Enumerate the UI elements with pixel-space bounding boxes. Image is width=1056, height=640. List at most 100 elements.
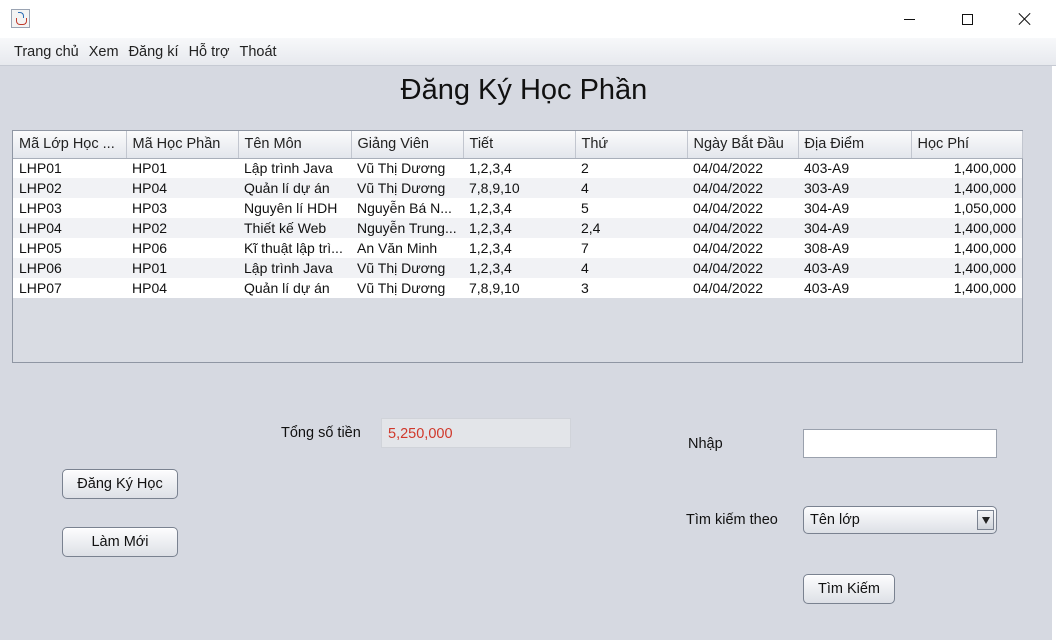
cell-location: 403-A9: [804, 160, 850, 177]
table-row[interactable]: LHP04 HP02 Thiết kế Web Nguyễn Trung... …: [13, 218, 1022, 238]
cell-course-code: HP02: [132, 220, 168, 236]
column-header-course-code[interactable]: Mã Học Phần: [126, 131, 239, 159]
cell-subject: Kĩ thuật lập trì...: [244, 240, 343, 256]
cell-location: 304-A9: [804, 200, 850, 216]
column-header-class-code[interactable]: Mã Lớp Học ...: [13, 131, 127, 159]
cell-fee: 1,400,000: [953, 240, 1016, 256]
cell-lecturer: Vũ Thị Dương: [357, 280, 446, 296]
search-button[interactable]: Tìm Kiếm: [803, 574, 895, 604]
title-bar: [0, 0, 1056, 38]
search-input[interactable]: [803, 429, 997, 458]
cell-start-date: 04/04/2022: [693, 160, 764, 177]
column-header-start-date[interactable]: Ngày Bắt Đầu: [687, 131, 799, 159]
cell-weekday: 2: [581, 160, 589, 177]
cell-fee: 1,400,000: [953, 220, 1016, 236]
cell-course-code: HP01: [132, 160, 168, 177]
table-row[interactable]: LHP02 HP04 Quản lí dự án Vũ Thị Dương 7,…: [13, 178, 1022, 198]
cell-periods: 1,2,3,4: [469, 200, 512, 216]
table-row[interactable]: LHP07 HP04 Quản lí dự án Vũ Thị Dương 7,…: [13, 278, 1022, 298]
course-table[interactable]: Mã Lớp Học ... Mã Học Phần Tên Môn Giảng…: [12, 130, 1023, 363]
cell-start-date: 04/04/2022: [693, 200, 764, 216]
cell-location: 308-A9: [804, 240, 850, 256]
minimize-icon: [903, 18, 915, 20]
register-button[interactable]: Đăng Ký Học: [62, 469, 178, 499]
menu-register[interactable]: Đăng kí: [124, 44, 184, 60]
cell-class-code: LHP03: [19, 200, 62, 216]
cell-periods: 1,2,3,4: [469, 240, 512, 256]
cell-fee: 1,400,000: [953, 280, 1016, 296]
table-row[interactable]: LHP06 HP01 Lập trình Java Vũ Thị Dương 1…: [13, 258, 1022, 278]
table-header-row: Mã Lớp Học ... Mã Học Phần Tên Môn Giảng…: [13, 131, 1023, 159]
search-by-selected-value: Tên lớp: [810, 512, 860, 528]
cell-lecturer: An Văn Minh: [357, 240, 438, 256]
cell-weekday: 2,4: [581, 220, 601, 236]
cell-periods: 7,8,9,10: [469, 280, 520, 296]
cell-class-code: LHP06: [19, 260, 62, 276]
cell-lecturer: Vũ Thị Dương: [357, 260, 446, 276]
chevron-down-icon[interactable]: [977, 510, 994, 530]
cell-subject: Nguyên lí HDH: [244, 200, 338, 216]
menu-home[interactable]: Trang chủ: [9, 44, 84, 60]
cell-weekday: 4: [581, 260, 589, 276]
cell-location: 303-A9: [804, 180, 850, 196]
cell-subject: Lập trình Java: [244, 260, 333, 276]
column-header-weekday[interactable]: Thứ: [575, 131, 688, 159]
column-header-fee[interactable]: Học Phí: [911, 131, 1023, 159]
column-header-subject[interactable]: Tên Môn: [238, 131, 352, 159]
cell-lecturer: Vũ Thị Dương: [357, 160, 446, 177]
cell-class-code: LHP02: [19, 180, 62, 196]
total-amount-field: 5,250,000: [381, 418, 571, 448]
cell-class-code: LHP05: [19, 240, 62, 256]
cell-start-date: 04/04/2022: [693, 280, 764, 296]
cell-class-code: LHP04: [19, 220, 62, 236]
cell-subject: Quản lí dự án: [244, 280, 330, 296]
cell-weekday: 7: [581, 240, 589, 256]
maximize-button[interactable]: [938, 0, 996, 38]
cell-course-code: HP06: [132, 240, 168, 256]
cell-start-date: 04/04/2022: [693, 220, 764, 236]
refresh-button[interactable]: Làm Mới: [62, 527, 178, 557]
minimize-button[interactable]: [880, 0, 938, 38]
menu-view[interactable]: Xem: [84, 44, 124, 60]
maximize-icon: [961, 13, 973, 25]
cell-periods: 1,2,3,4: [469, 220, 512, 236]
cell-start-date: 04/04/2022: [693, 260, 764, 276]
page-title: Đăng Ký Học Phần: [400, 74, 648, 106]
cell-periods: 7,8,9,10: [469, 180, 520, 196]
close-button[interactable]: [996, 0, 1054, 38]
cell-fee: 1,050,000: [953, 200, 1016, 216]
cell-lecturer: Nguyễn Bá N...: [357, 200, 452, 216]
window-edge: [1052, 66, 1056, 640]
menu-exit[interactable]: Thoát: [235, 44, 282, 60]
close-icon: [1018, 12, 1032, 26]
total-amount-label: Tổng số tiền: [281, 425, 361, 441]
cell-class-code: LHP01: [19, 160, 62, 177]
cell-location: 403-A9: [804, 280, 850, 296]
cell-location: 403-A9: [804, 260, 850, 276]
search-by-dropdown[interactable]: Tên lớp: [803, 506, 997, 534]
cell-periods: 1,2,3,4: [469, 160, 512, 177]
menu-help[interactable]: Hỗ trợ: [184, 44, 235, 60]
cell-weekday: 3: [581, 280, 589, 296]
column-header-periods[interactable]: Tiết: [463, 131, 576, 159]
table-row[interactable]: LHP05 HP06 Kĩ thuật lập trì... An Văn Mi…: [13, 238, 1022, 258]
table-row[interactable]: LHP03 HP03 Nguyên lí HDH Nguyễn Bá N... …: [13, 198, 1022, 218]
search-by-label: Tìm kiếm theo: [686, 512, 778, 528]
cell-course-code: HP03: [132, 200, 168, 216]
java-app-icon[interactable]: [11, 9, 30, 28]
column-header-location[interactable]: Địa Điểm: [798, 131, 912, 159]
cell-subject: Thiết kế Web: [244, 220, 327, 236]
cell-weekday: 4: [581, 180, 589, 196]
cell-subject: Lập trình Java: [244, 160, 333, 177]
cell-subject: Quản lí dự án: [244, 180, 330, 196]
cell-location: 304-A9: [804, 220, 850, 236]
cell-fee: 1,400,000: [953, 160, 1016, 177]
cell-fee: 1,400,000: [953, 260, 1016, 276]
cell-periods: 1,2,3,4: [469, 260, 512, 276]
cell-class-code: LHP07: [19, 280, 62, 296]
cell-course-code: HP01: [132, 260, 168, 276]
column-header-lecturer[interactable]: Giảng Viên: [351, 131, 464, 159]
cell-weekday: 5: [581, 200, 589, 216]
cell-lecturer: Vũ Thị Dương: [357, 180, 446, 196]
table-row[interactable]: LHP01 HP01 Lập trình Java Vũ Thị Dương 1…: [13, 158, 1022, 178]
